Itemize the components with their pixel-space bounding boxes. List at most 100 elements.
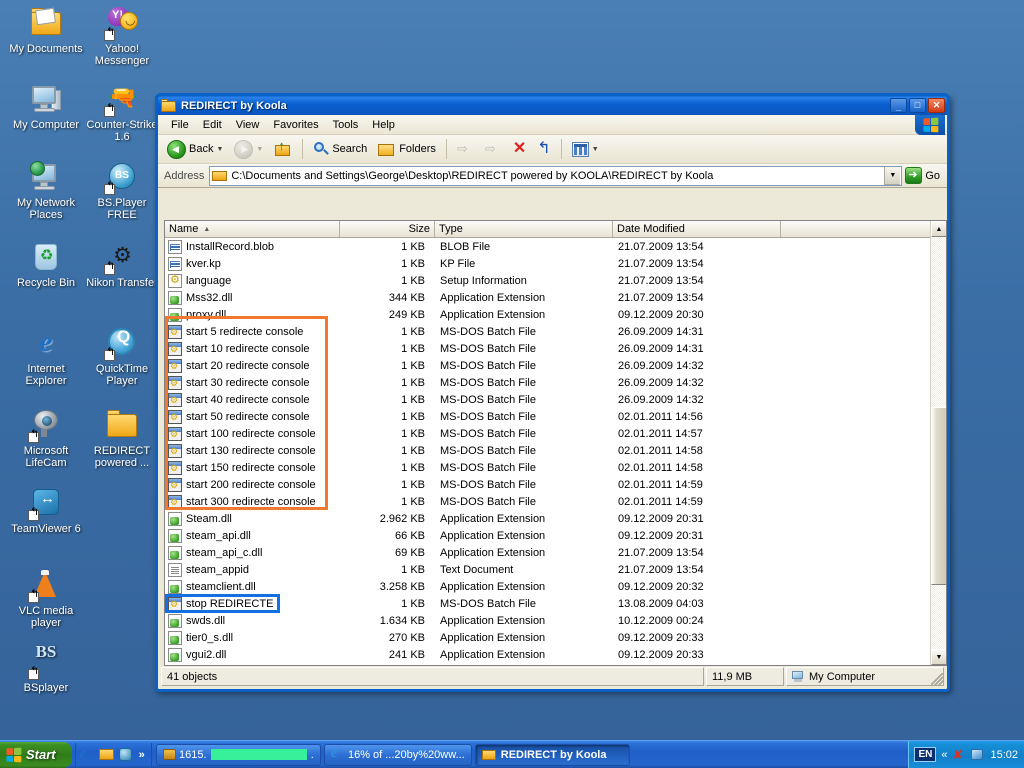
menu-item-tools[interactable]: Tools xyxy=(326,117,366,133)
table-row[interactable]: start 130 redirecte console 1 KB MS-DOS Ba… xyxy=(165,442,946,459)
table-row[interactable]: language 1 KB Setup Information 21.07.2009 … xyxy=(165,272,946,289)
system-tray[interactable]: EN « ✘ 15:02 xyxy=(908,740,1024,768)
table-row[interactable]: start 40 redirecte console 1 KB MS-DOS Bat… xyxy=(165,391,946,408)
column-header-size[interactable]: Size xyxy=(340,221,435,237)
table-row[interactable]: start 10 redirecte console 1 KB MS-DOS Bat… xyxy=(165,340,946,357)
menu-item-favorites[interactable]: Favorites xyxy=(266,117,325,133)
desktop-icon-yahoo-messenger[interactable]: Yahoo!Messenger xyxy=(84,6,160,67)
taskbar[interactable]: Start e » 1615. . e 16% of ...20by%20ww.… xyxy=(0,740,1024,768)
file-rows-inner[interactable]: InstallRecord.blob 1 KB BLOB File 21.07.200… xyxy=(165,238,946,665)
file-name-cell[interactable]: start 20 redirecte console xyxy=(165,358,340,373)
resize-grip[interactable] xyxy=(931,673,943,685)
antivirus-icon[interactable]: ✘ xyxy=(952,747,966,762)
table-row[interactable]: start 30 redirecte console 1 KB MS-DOS Bat… xyxy=(165,374,946,391)
file-name-cell[interactable]: start 10 redirecte console xyxy=(165,341,340,356)
menu-item-file[interactable]: File xyxy=(164,117,196,133)
window-controls[interactable]: _ □ ✕ xyxy=(890,98,945,113)
table-row[interactable]: steam_appid 1 KB Text Document 21.07.2009 1… xyxy=(165,561,946,578)
table-row[interactable]: vgui.dll344 KBApplication Extension21.07… xyxy=(165,663,946,665)
back-button[interactable]: Back ▼ xyxy=(162,136,228,163)
table-row[interactable]: Mss32.dll 344 KB Application Extension 21.0… xyxy=(165,289,946,306)
file-list[interactable]: Name ▲ Size Type Date Modified InstallRe… xyxy=(164,220,947,666)
table-row[interactable]: InstallRecord.blob 1 KB BLOB File 21.07.200… xyxy=(165,238,946,255)
delete-button[interactable]: ✕ xyxy=(508,137,531,161)
column-header-blank[interactable] xyxy=(781,221,946,237)
task-button-2[interactable]: REDIRECT by Koola xyxy=(474,743,630,766)
file-name-cell[interactable]: vgui2.dll xyxy=(165,647,340,662)
folders-button[interactable]: Folders xyxy=(373,137,441,161)
table-row[interactable]: start 50 redirecte console 1 KB MS-DOS Bat… xyxy=(165,408,946,425)
quick-launch-bar[interactable]: e » xyxy=(74,742,152,767)
language-indicator[interactable]: EN xyxy=(914,747,937,762)
desktop-icon-teamviewer-6[interactable]: TeamViewer 6 xyxy=(8,486,84,535)
show-desktop-icon[interactable] xyxy=(98,747,115,763)
file-name-cell[interactable]: vgui.dll xyxy=(165,664,340,665)
quick-launch-overflow-button[interactable]: » xyxy=(137,749,147,761)
file-name-cell[interactable]: proxy.dll xyxy=(165,307,340,322)
file-name-cell[interactable]: start 200 redirecte console xyxy=(165,477,340,492)
minimize-button[interactable]: _ xyxy=(890,98,907,113)
chevron-down-icon[interactable]: ▼ xyxy=(592,146,599,153)
file-name-cell[interactable]: start 150 redirecte console xyxy=(165,460,340,475)
desktop-icon-vlc-media-player[interactable]: VLC mediaplayer xyxy=(8,568,84,629)
move-to-button[interactable]: ⇨ xyxy=(452,137,479,161)
network-icon[interactable] xyxy=(971,748,985,762)
table-row[interactable]: tier0_s.dll 270 KB Application Extension 09… xyxy=(165,629,946,646)
file-name-cell[interactable]: Steam.dll xyxy=(165,511,340,526)
views-button[interactable]: ▼ xyxy=(567,138,604,161)
maximize-button[interactable]: □ xyxy=(909,98,926,113)
file-name-cell[interactable]: steam_appid xyxy=(165,562,340,577)
column-headers[interactable]: Name ▲ Size Type Date Modified xyxy=(165,221,946,238)
file-name-cell[interactable]: Mss32.dll xyxy=(165,290,340,305)
file-name-cell[interactable]: tier0_s.dll xyxy=(165,630,340,645)
file-name-cell[interactable]: start 300 redirecte console xyxy=(165,494,340,509)
table-row[interactable]: steamclient.dll 3.258 KB Application Exten… xyxy=(165,578,946,595)
file-rows[interactable]: InstallRecord.blob 1 KB BLOB File 21.07.200… xyxy=(165,238,946,665)
file-name-cell[interactable]: steam_api_c.dll xyxy=(165,545,340,560)
media-player-icon[interactable] xyxy=(118,747,134,763)
windows-flag-icon[interactable] xyxy=(915,115,945,135)
table-row[interactable]: start 100 redirecte console 1 KB MS-DOS Ba… xyxy=(165,425,946,442)
table-row[interactable]: swds.dll 1.634 KB Application Extension 10.… xyxy=(165,612,946,629)
desktop-icon-my-documents[interactable]: My Documents xyxy=(8,6,84,55)
file-name-cell[interactable]: start 100 redirecte console xyxy=(165,426,340,441)
search-button[interactable]: Search xyxy=(308,137,372,161)
close-button[interactable]: ✕ xyxy=(928,98,945,113)
file-name-cell[interactable]: start 130 redirecte console xyxy=(165,443,340,458)
chevron-down-icon[interactable]: ▼ xyxy=(256,146,263,153)
file-name-cell[interactable]: start 5 redirecte console xyxy=(165,324,340,339)
file-name-cell[interactable]: steam_api.dll xyxy=(165,528,340,543)
window-titlebar[interactable]: REDIRECT by Koola _ □ ✕ xyxy=(155,93,950,115)
copy-to-button[interactable]: ⇨ xyxy=(480,137,507,161)
column-header-name[interactable]: Name ▲ xyxy=(165,221,340,237)
menu-item-edit[interactable]: Edit xyxy=(196,117,229,133)
address-input[interactable]: C:\Documents and Settings\George\Desktop… xyxy=(209,165,903,186)
table-row[interactable]: steam_api_c.dll 69 KB Application Extensio… xyxy=(165,544,946,561)
file-name-cell[interactable]: swds.dll xyxy=(165,613,340,628)
desktop-icon-bsplayer[interactable]: BS BSplayer xyxy=(8,643,84,694)
table-row[interactable]: kver.kp 1 KB KP File 21.07.2009 13:54 xyxy=(165,255,946,272)
explorer-window[interactable]: REDIRECT by Koola _ □ ✕ File Edit View F… xyxy=(155,93,950,692)
file-name-cell[interactable]: stop REDIRECTE xyxy=(165,596,340,611)
desktop-icon-quicktime-player[interactable]: QuickTimePlayer xyxy=(84,326,160,387)
go-button[interactable]: Go xyxy=(902,167,944,184)
column-header-type[interactable]: Type xyxy=(435,221,613,237)
file-name-cell[interactable]: InstallRecord.blob xyxy=(165,239,340,254)
scroll-up-button[interactable]: ▲ xyxy=(931,221,946,237)
menu-item-view[interactable]: View xyxy=(229,117,267,133)
desktop-icon-microsoft-lifecam[interactable]: MicrosoftLifeCam xyxy=(8,408,84,469)
file-name-cell[interactable]: language xyxy=(165,273,340,288)
task-buttons[interactable]: 1615. . e 16% of ...20by%20ww... REDIREC… xyxy=(152,743,909,766)
table-row[interactable]: stop REDIRECTE 1 KB MS-DOS Batch File 13.08… xyxy=(165,595,946,612)
address-dropdown-button[interactable]: ▼ xyxy=(884,166,901,185)
desktop-icon-redirect-powered-[interactable]: REDIRECT powered ... xyxy=(84,408,160,469)
tray-expand-chevron-icon[interactable]: « xyxy=(941,749,947,761)
address-bar[interactable]: Address C:\Documents and Settings\George… xyxy=(158,164,947,188)
file-name-cell[interactable]: start 40 redirecte console xyxy=(165,392,340,407)
table-row[interactable]: Steam.dll 2.962 KB Application Extension 09… xyxy=(165,510,946,527)
scroll-down-button[interactable]: ▼ xyxy=(931,649,946,665)
menu-bar[interactable]: File Edit View Favorites Tools Help xyxy=(158,115,947,135)
task-button-1[interactable]: e 16% of ...20by%20ww... xyxy=(323,743,472,766)
desktop-icon-recycle-bin[interactable]: Recycle Bin xyxy=(8,240,84,289)
file-name-cell[interactable]: kver.kp xyxy=(165,256,340,271)
